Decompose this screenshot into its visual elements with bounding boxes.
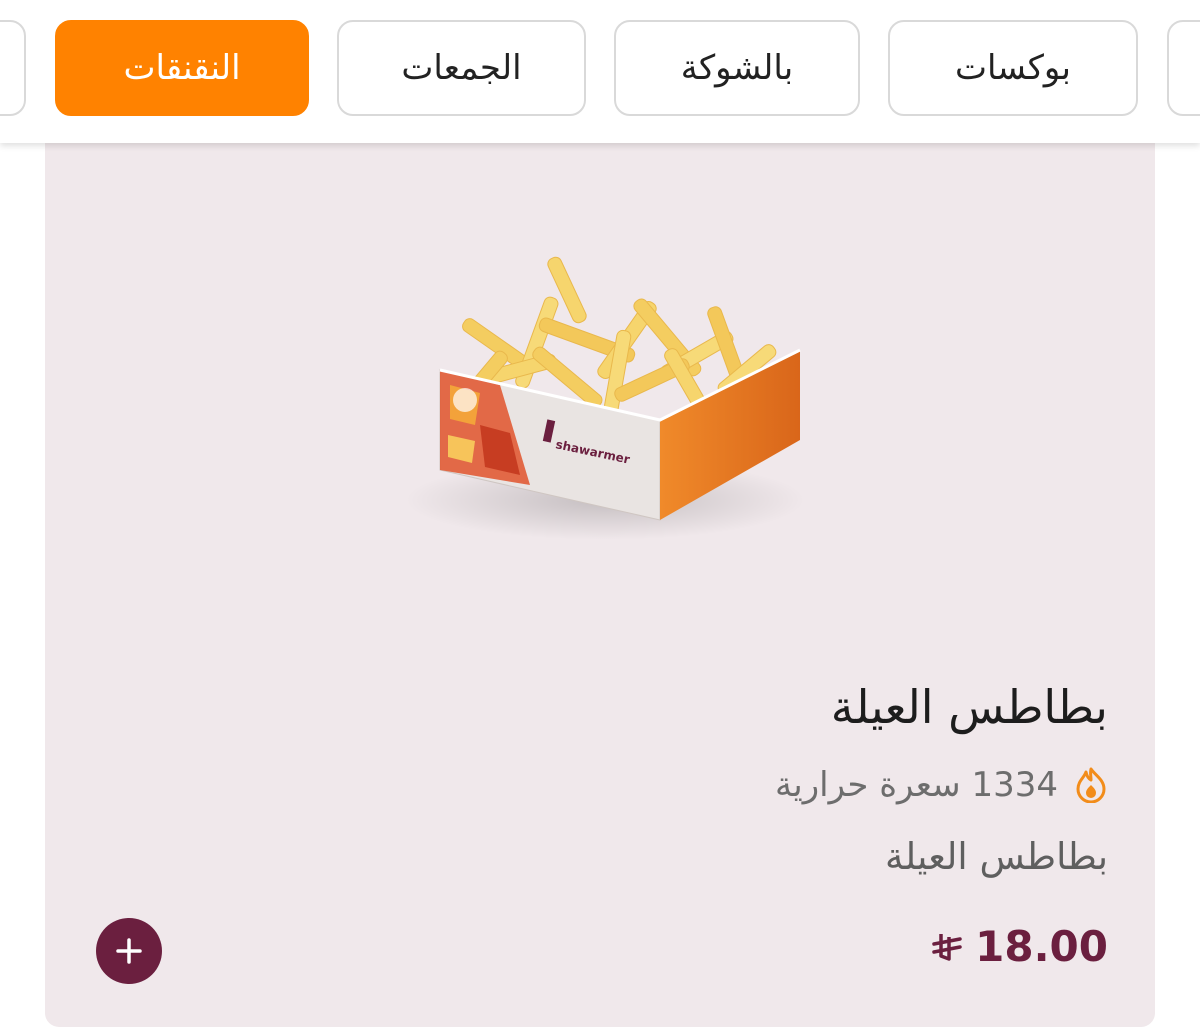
add-to-cart-button[interactable] bbox=[96, 918, 162, 984]
calories-text: 1334 سعرة حرارية bbox=[775, 765, 1058, 805]
flame-icon bbox=[1076, 767, 1106, 803]
product-description: بطاطس العيلة bbox=[885, 835, 1108, 878]
price-value: 18.00 bbox=[975, 922, 1108, 971]
tab-with-fork[interactable]: بالشوكة bbox=[614, 20, 860, 116]
product-card[interactable]: shawarmer بطاطس العيلة 1334 سعرة حرارية … bbox=[45, 120, 1155, 1027]
tab-combos[interactable]: الجمعات bbox=[337, 20, 586, 116]
price-row: 18.00 bbox=[931, 922, 1108, 971]
tab-partial-left[interactable] bbox=[0, 20, 26, 116]
tab-boxes[interactable]: بوكسات bbox=[888, 20, 1138, 116]
category-tabs-bar: بوكسات بالشوكة الجمعات النقنقات bbox=[0, 0, 1200, 143]
fries-box-image: shawarmer bbox=[405, 256, 805, 540]
calories-row: 1334 سعرة حرارية bbox=[775, 765, 1108, 805]
tab-sausages[interactable]: النقنقات bbox=[55, 20, 309, 116]
tab-partial-right[interactable] bbox=[1167, 20, 1200, 116]
product-title: بطاطس العيلة bbox=[830, 680, 1108, 734]
plus-icon bbox=[116, 938, 142, 964]
riyal-symbol-icon bbox=[932, 933, 962, 961]
